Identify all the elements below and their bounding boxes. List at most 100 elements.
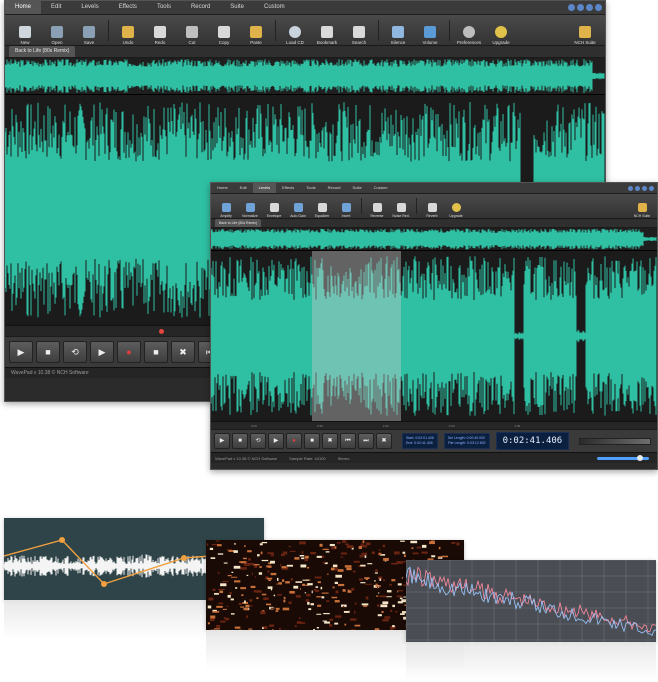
reverse-button[interactable]: Reverse (365, 203, 389, 218)
menu-tools[interactable]: Tools (300, 183, 321, 193)
play-button[interactable]: ▶ (9, 341, 33, 363)
stop-button[interactable]: ■ (232, 433, 248, 449)
document-tabs: Back to Life (80s Remix) (5, 46, 605, 58)
toolbar-divider (378, 19, 379, 41)
auto-gain-icon (293, 203, 303, 212)
noise-reduction-button[interactable]: Noise Red. (389, 203, 413, 218)
frequency-analysis-preview (406, 560, 656, 642)
normalize-icon (245, 203, 255, 212)
menu-record[interactable]: Record (322, 183, 347, 193)
amplify-button[interactable]: Amplify (214, 203, 238, 218)
new-file-icon (19, 26, 31, 38)
volume-slider[interactable] (597, 454, 649, 461)
pause-button[interactable]: ■ (304, 433, 320, 449)
menu-suite[interactable]: Suite (347, 183, 368, 193)
menu-home[interactable]: Home (5, 1, 42, 14)
new-button[interactable]: New (9, 26, 41, 45)
silence-button[interactable]: Silence (382, 26, 414, 45)
pause-button[interactable]: ■ (144, 341, 168, 363)
menu-edit[interactable]: Edit (41, 1, 71, 14)
upgrade-button[interactable]: Upgrade (444, 203, 468, 218)
open-button[interactable]: Open (41, 26, 73, 45)
record-button[interactable]: ● (117, 341, 141, 363)
selection-region[interactable] (312, 251, 401, 421)
main-waveform[interactable] (211, 251, 657, 421)
document-tab[interactable]: Back to Life (80s Remix) (9, 46, 76, 57)
length-box[interactable]: Sel Length: 0:00:40.000 File Length: 0:0… (443, 433, 490, 449)
timeline-ruler[interactable]: 0:00 0:30 1:00 1:30 2:00 (211, 421, 657, 429)
paste-button[interactable]: Paste (240, 26, 272, 45)
close-icon[interactable] (595, 4, 602, 11)
help-icon[interactable] (628, 185, 633, 191)
menu-bar: Home Edit Levels Effects Tools Record Su… (211, 183, 657, 194)
undo-button[interactable]: Undo (112, 26, 144, 45)
status-bar: WavePad v 10.38 © NCH Software Sample Ra… (211, 452, 657, 463)
search-button[interactable]: Search (343, 26, 375, 45)
settings-icon[interactable] (577, 4, 584, 11)
playhead-marker[interactable] (159, 328, 164, 334)
scrub-button[interactable]: ✖ (322, 433, 338, 449)
menu-suite[interactable]: Suite (220, 1, 254, 14)
auto-gain-button[interactable]: Auto Gain (286, 203, 310, 218)
gear-icon (463, 26, 475, 38)
upgrade-button[interactable]: Upgrade (485, 26, 517, 45)
menu-record[interactable]: Record (181, 1, 220, 14)
copy-icon (218, 26, 230, 38)
menu-custom[interactable]: Custom (368, 183, 394, 193)
play-button[interactable]: ▶ (214, 433, 230, 449)
waveform-overview[interactable] (211, 228, 657, 251)
skip-forward-button[interactable]: ⏭ (358, 433, 374, 449)
start-end-box[interactable]: Start: 0:02:01.406 End: 0:02:41.406 (402, 433, 438, 449)
stop-button[interactable]: ■ (36, 341, 60, 363)
cut-button[interactable]: Cut (176, 26, 208, 45)
menu-home[interactable]: Home (211, 183, 234, 193)
play-to-end-button[interactable]: ▶ (90, 341, 114, 363)
preferences-button[interactable]: Preferences (453, 26, 485, 45)
save-button[interactable]: Save (73, 26, 105, 45)
menu-edit[interactable]: Edit (234, 183, 253, 193)
clipboard-icon (250, 26, 262, 38)
close-file-button[interactable]: ✖ (376, 433, 392, 449)
menu-levels[interactable]: Levels (252, 183, 277, 193)
invert-button[interactable]: Invert (334, 203, 358, 218)
play-to-end-button[interactable]: ▶ (268, 433, 284, 449)
menu-tools[interactable]: Tools (147, 1, 181, 14)
menu-levels[interactable]: Levels (71, 1, 108, 14)
reverb-button[interactable]: Reverb (420, 203, 444, 218)
close-icon[interactable] (649, 185, 654, 191)
menu-effects[interactable]: Effects (276, 183, 300, 193)
load-cd-button[interactable]: Load CD (279, 26, 311, 45)
volume-button[interactable]: Volume (414, 26, 446, 45)
redo-button[interactable]: Redo (144, 26, 176, 45)
volume-slider-knob[interactable] (637, 454, 643, 461)
timeline-label: 1:30 (448, 423, 455, 428)
settings-icon[interactable] (635, 185, 640, 191)
nch-suite-button[interactable]: NCH Suite (569, 26, 601, 45)
waveform-overview[interactable] (5, 58, 605, 95)
envelope-button[interactable]: Envelope (262, 203, 286, 218)
help-icon[interactable] (568, 4, 575, 11)
menu-effects[interactable]: Effects (109, 1, 147, 14)
level-meter (579, 437, 652, 445)
bookmark-button[interactable]: Bookmark (311, 26, 343, 45)
selection-info: Start: 0:02:01.406 End: 0:02:41.406 Sel … (402, 432, 570, 450)
scrub-button[interactable]: ✖ (171, 341, 195, 363)
transport-controls: ▶ ■ ⟲ ▶ ● ■ ✖ ⏮ ⏭ ✖ Start: 0:02:01.406 E… (211, 429, 657, 452)
normalize-button[interactable]: Normalize (238, 203, 262, 218)
copy-button[interactable]: Copy (208, 26, 240, 45)
equalizer-icon (317, 203, 327, 212)
equalizer-button[interactable]: Equalizer (310, 203, 334, 218)
skip-back-button[interactable]: ⏮ (340, 433, 356, 449)
document-tab[interactable]: Back to Life (80s Remix) (215, 219, 262, 227)
file-length: File Length: 0:03:12.692 (447, 441, 486, 445)
toolbar-divider (449, 19, 450, 41)
loop-button[interactable]: ⟲ (63, 341, 87, 363)
nch-suite-button[interactable]: NCH Suite (630, 203, 654, 218)
search-icon (353, 26, 365, 38)
loop-button[interactable]: ⟲ (250, 433, 266, 449)
minimize-icon[interactable] (642, 185, 647, 191)
record-button[interactable]: ● (286, 433, 302, 449)
timeline-label: 1:00 (382, 423, 389, 428)
minimize-icon[interactable] (586, 4, 593, 11)
menu-custom[interactable]: Custom (254, 1, 295, 14)
